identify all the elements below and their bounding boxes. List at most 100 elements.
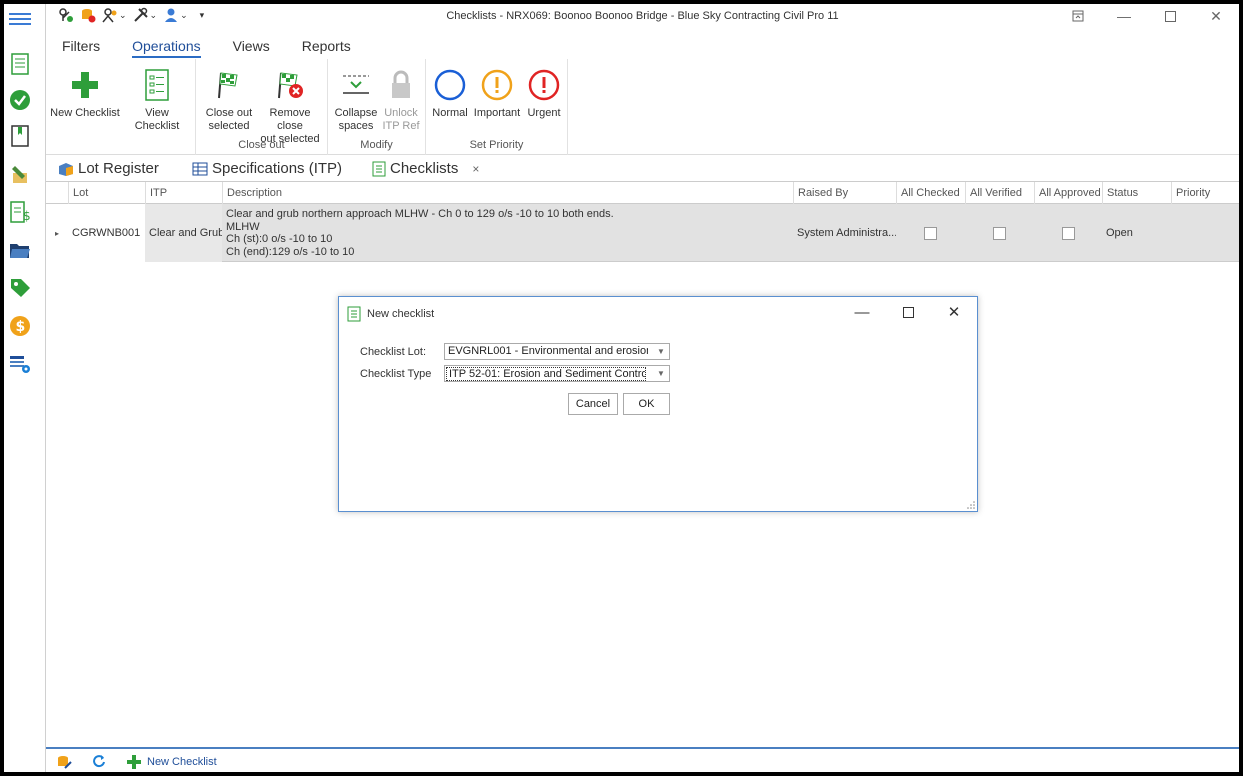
all-checked-checkbox[interactable] [924, 226, 937, 240]
cell-raised-by: System Administra... [797, 227, 896, 239]
urgent-icon [524, 67, 564, 103]
plus-small-icon [127, 755, 141, 769]
normal-circle-icon [430, 67, 470, 103]
checklist-icon [122, 67, 192, 103]
ribbon-group-close-out: Close out selected Remove close out sele… [196, 59, 328, 155]
col-priority[interactable]: Priority [1171, 182, 1239, 204]
table-settings-nav-icon[interactable] [8, 352, 32, 376]
priority-urgent-button[interactable]: Urgent [524, 67, 564, 120]
new-checklist-dialog: New checklist — ✕ Checklist Lot: EVGNRL0… [338, 296, 978, 512]
checklist-lot-select[interactable]: EVGNRL001 - Environmental and erosion a.… [444, 343, 670, 360]
dialog-minimize-icon[interactable]: — [839, 297, 885, 327]
tab-reports[interactable]: Reports [286, 34, 367, 58]
folder-nav-icon[interactable] [8, 238, 32, 262]
view-checklist-button[interactable]: View Checklist [122, 67, 192, 133]
lot-register-icon [59, 162, 73, 176]
minimize-icon[interactable]: — [1101, 4, 1147, 28]
flag-remove-icon [256, 67, 324, 103]
customize-qat-icon[interactable]: ▾ [200, 10, 205, 21]
tag-nav-icon[interactable] [8, 276, 32, 300]
checklists-tab-icon [372, 161, 386, 176]
user-icon[interactable]: ⌄ [163, 7, 188, 23]
cell-priority [1171, 204, 1239, 262]
col-description[interactable]: Description [222, 182, 793, 204]
cell-description: Clear and grub northern approach MLHW - … [226, 208, 614, 258]
svg-text:$: $ [16, 319, 26, 335]
status-new-checklist-button[interactable]: New Checklist [126, 754, 217, 770]
tab-lot-register[interactable]: Lot Register [58, 160, 159, 177]
cell-all-approved [1034, 204, 1102, 262]
col-itp[interactable]: ITP [145, 182, 222, 204]
unlock-itp-ref-button[interactable]: Unlock ITP Ref [380, 67, 422, 133]
all-verified-checkbox[interactable] [993, 226, 1006, 240]
col-all-approved[interactable]: All Approved [1034, 182, 1102, 204]
tab-views[interactable]: Views [217, 34, 286, 58]
database-icon[interactable] [80, 7, 96, 23]
quick-access-toolbar: ⌄ ⌄ ⌄ ▾ [58, 7, 204, 23]
checklist-dialog-icon [347, 306, 361, 322]
col-lot[interactable]: Lot [68, 182, 145, 204]
lock-icon [380, 67, 422, 103]
row-expand-icon[interactable]: ▸ [46, 204, 68, 262]
all-approved-checkbox[interactable] [1061, 226, 1075, 240]
tab-specifications[interactable]: Specifications (ITP) [192, 160, 342, 177]
checklist-lot-label: Checklist Lot: [360, 346, 427, 358]
ribbon-group-modify: Collapse spaces Unlock ITP Ref Modify [328, 59, 426, 155]
collapse-spaces-button[interactable]: Collapse spaces [332, 67, 380, 133]
dialog-title: New checklist [347, 306, 434, 322]
hamburger-menu-icon[interactable] [9, 10, 31, 28]
status-bar: New Checklist [46, 747, 1239, 772]
priority-important-button[interactable]: Important [472, 67, 522, 120]
maximize-icon[interactable] [1147, 4, 1193, 28]
ribbon-display-icon[interactable] [1055, 4, 1101, 28]
close-tab-icon[interactable]: × [472, 162, 479, 176]
cell-itp: Clear and Grub [145, 204, 222, 262]
dollar-nav-icon[interactable]: $ [8, 314, 32, 338]
remove-close-out-button[interactable]: Remove close out selected [256, 67, 324, 146]
ok-button[interactable]: OK [623, 393, 670, 415]
table-row[interactable]: ▸ CGRWNB001 Clear and Grub Clear and gru… [46, 204, 1239, 262]
user-tools-icon[interactable]: ⌄ [102, 7, 127, 23]
edit-db-icon[interactable] [56, 754, 72, 770]
close-out-selected-button[interactable]: Close out selected [202, 67, 256, 133]
window-controls: — ✕ [1055, 4, 1239, 28]
dialog-maximize-icon[interactable] [885, 297, 931, 327]
close-icon[interactable]: ✕ [1193, 4, 1239, 28]
approved-nav-icon[interactable] [8, 88, 32, 112]
workflow-icon[interactable] [58, 7, 74, 23]
dialog-close-icon[interactable]: ✕ [931, 297, 977, 327]
checklist-nav-icon[interactable] [8, 52, 32, 76]
chevron-down-icon[interactable]: ▼ [653, 366, 669, 381]
priority-normal-button[interactable]: Normal [430, 67, 470, 120]
col-raised-by[interactable]: Raised By [793, 182, 896, 204]
tab-checklists[interactable]: Checklists × [372, 160, 479, 177]
col-all-checked[interactable]: All Checked [896, 182, 965, 204]
grid-header: Lot ITP Description Raised By All Checke… [46, 182, 1239, 204]
resize-grip-icon[interactable] [967, 501, 975, 509]
app-window: $ $ ⌄ ⌄ ⌄ ▾ Checklists - NRX069: Boonoo … [4, 4, 1239, 772]
svg-text:$: $ [23, 209, 31, 223]
tab-filters[interactable]: Filters [46, 34, 116, 58]
col-all-verified[interactable]: All Verified [965, 182, 1034, 204]
tools-icon[interactable]: ⌄ [133, 7, 157, 23]
tab-operations[interactable]: Operations [116, 34, 216, 58]
specifications-icon [192, 162, 208, 175]
cell-lot: CGRWNB001 [68, 204, 145, 262]
chevron-down-icon[interactable]: ▼ [653, 344, 669, 359]
cancel-button[interactable]: Cancel [568, 393, 618, 415]
col-status[interactable]: Status [1102, 182, 1171, 204]
cell-all-verified [965, 204, 1034, 262]
book-nav-icon[interactable] [8, 124, 32, 148]
cost-sheet-nav-icon[interactable]: $ [8, 200, 32, 224]
checkered-flag-icon [202, 67, 256, 103]
cell-all-checked [896, 204, 965, 262]
checklist-type-select[interactable]: ITP 52-01: Erosion and Sediment Control … [444, 365, 670, 382]
cell-status: Open [1106, 227, 1133, 239]
pencil-nav-icon[interactable] [8, 162, 32, 186]
title-bar: ⌄ ⌄ ⌄ ▾ Checklists - NRX069: Boonoo Boon… [46, 4, 1239, 30]
new-checklist-button[interactable]: New Checklist [50, 67, 120, 120]
checklist-type-label: Checklist Type [360, 368, 432, 380]
collapse-icon [332, 67, 380, 103]
document-tabs: Lot Register Specifications (ITP) Checkl… [46, 156, 1239, 182]
refresh-icon[interactable] [92, 754, 106, 768]
